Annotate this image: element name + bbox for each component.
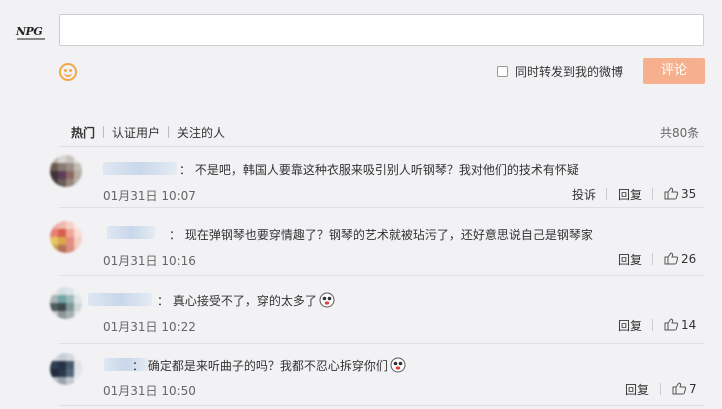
like-button[interactable]: 7 (672, 382, 697, 396)
report-button[interactable]: 投诉 (572, 186, 596, 203)
comment-time: 01月31日 10:50 (103, 384, 196, 398)
divider (59, 343, 704, 344)
avatar[interactable] (50, 155, 82, 187)
reply-button[interactable]: 回复 (618, 186, 642, 203)
username[interactable] (103, 162, 177, 175)
tab-verified-users[interactable]: 认证用户 (112, 124, 160, 141)
comment-time: 01月31日 10:16 (103, 254, 196, 268)
comment-time: 01月31日 10:22 (103, 320, 196, 334)
comment-text: ： 确定都是来听曲子的吗？我都不忍心拆穿你们 (132, 357, 406, 374)
thumbs-up-icon (664, 187, 678, 200)
reply-button[interactable]: 回复 (618, 317, 642, 334)
divider (59, 275, 704, 276)
like-button[interactable]: 35 (664, 187, 696, 201)
thumbs-up-icon (672, 382, 686, 395)
emoji-face-icon (319, 292, 335, 308)
avatar[interactable] (50, 221, 82, 253)
emoji-face-icon (390, 357, 406, 373)
comment-time: 01月31日 10:07 (103, 189, 196, 203)
avatar[interactable] (50, 287, 82, 319)
like-count: 26 (681, 252, 697, 266)
thumbs-up-icon (664, 252, 678, 265)
avatar[interactable] (50, 353, 82, 385)
comment-count: 共80条 (660, 126, 700, 140)
like-count: 14 (681, 318, 697, 332)
reply-button[interactable]: 回复 (625, 381, 649, 398)
tab-hot[interactable]: 热门 (71, 124, 95, 141)
tab-following[interactable]: 关注的人 (177, 124, 225, 141)
divider (59, 405, 704, 406)
divider (59, 207, 704, 208)
like-count: 7 (689, 382, 697, 396)
comment-input[interactable] (59, 14, 704, 46)
site-logo: NPG (14, 17, 48, 47)
comment-text: ： 不是吧，韩国人要靠这种衣服来吸引别人听钢琴？我对他们的技术有怀疑 (179, 163, 579, 177)
username[interactable] (107, 226, 155, 239)
username[interactable] (88, 293, 152, 306)
comment-text: ： 真心接受不了，穿的太多了 (157, 292, 335, 309)
reply-button[interactable]: 回复 (618, 251, 642, 268)
like-button[interactable]: 14 (664, 318, 696, 332)
smile-icon[interactable] (59, 63, 77, 81)
divider (59, 146, 704, 147)
submit-comment-button[interactable]: 评论 (643, 58, 705, 84)
repost-label[interactable]: 同时转发到我的微博 (515, 63, 623, 80)
like-count: 35 (681, 187, 697, 201)
comment-text: ： 现在弹钢琴也要穿情趣了？钢琴的艺术就被玷污了，还好意思说自己是钢琴家 (169, 228, 593, 242)
thumbs-up-icon (664, 318, 678, 331)
repost-checkbox[interactable] (497, 66, 508, 77)
like-button[interactable]: 26 (664, 252, 696, 266)
comment-tabs: 热门 认证用户 关注的人 (71, 124, 225, 141)
